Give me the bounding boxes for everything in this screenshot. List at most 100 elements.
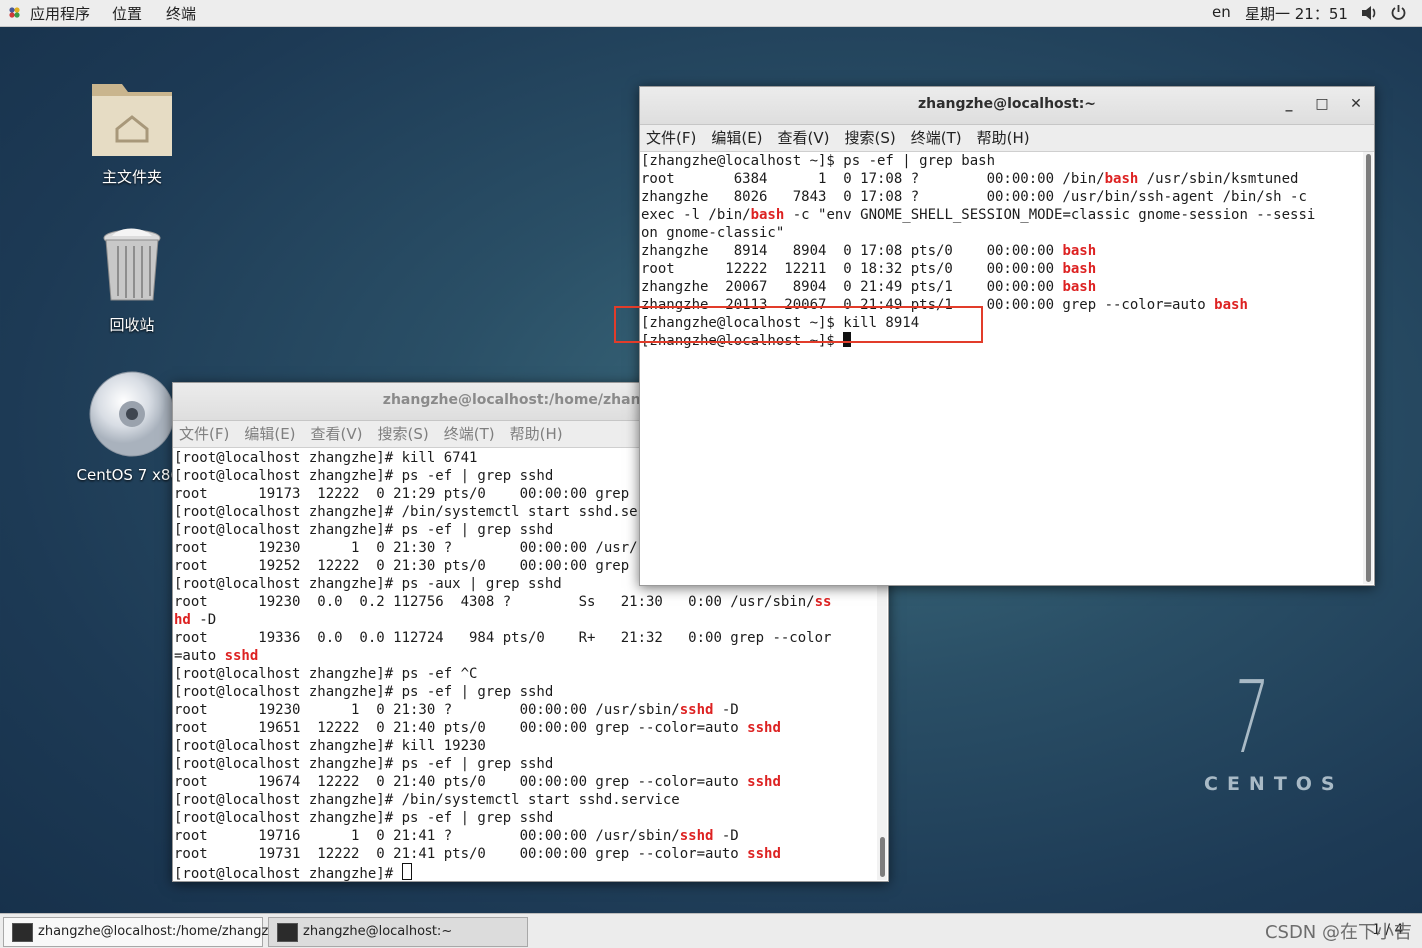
terminal-text: zhangzhe 8026 7843 0 17:08 ? 00:00:00 /u… (641, 189, 1307, 205)
trash-icon (103, 228, 161, 301)
menu-file[interactable]: 文件(F) (179, 425, 229, 443)
terminal-line: [root@localhost zhangzhe]# ps -ef | grep… (174, 755, 876, 773)
places-menu[interactable]: 位置 (112, 3, 142, 24)
terminal-text: [root@localhost zhangzhe]# ps -ef | grep… (174, 522, 554, 538)
window-titlebar[interactable]: zhangzhe@localhost:~ _ □ ✕ (640, 87, 1374, 125)
terminal-text: [root@localhost zhangzhe]# ps -ef ^C (174, 666, 478, 682)
terminal-text: root 19716 1 0 21:41 ? 00:00:00 /usr/sbi… (174, 828, 680, 844)
menu-terminal[interactable]: 终端(T) (444, 425, 495, 443)
scrollbar-thumb[interactable] (880, 837, 885, 877)
menu-search[interactable]: 搜索(S) (378, 425, 429, 443)
terminal-output[interactable]: [zhangzhe@localhost ~]$ ps -ef | grep ba… (641, 152, 1362, 584)
taskbar-item-user-terminal[interactable]: zhangzhe@localhost:~ (268, 917, 528, 947)
terminal-text: =auto (174, 648, 225, 664)
window-title: zhangzhe@localhost:~ (917, 96, 1097, 112)
terminal-text: root 19230 0.0 0.2 112756 4308 ? Ss 21:3… (174, 594, 815, 610)
highlighted-match: bash (1104, 171, 1139, 187)
volume-icon[interactable] (1360, 5, 1378, 21)
terminal-line: hd -D (174, 611, 876, 629)
terminal-line: root 12222 12211 0 18:32 pts/0 00:00:00 … (641, 260, 1362, 278)
terminal-line: [root@localhost zhangzhe]# ps -ef ^C (174, 665, 876, 683)
terminal-menu[interactable]: 终端 (166, 3, 196, 24)
terminal-icon (12, 923, 33, 942)
highlighted-match: bash (1062, 279, 1097, 295)
terminal-line: [root@localhost zhangzhe]# ps -ef | grep… (174, 683, 876, 701)
terminal-text: [root@localhost zhangzhe]# kill 19230 (174, 738, 486, 754)
terminal-text: [root@localhost zhangzhe]# ps -ef | grep… (174, 810, 554, 826)
terminal-line: root 19230 0.0 0.2 112756 4308 ? Ss 21:3… (174, 593, 876, 611)
trash-shortcut[interactable]: 回收站 (82, 226, 182, 335)
highlighted-match: bash (750, 207, 785, 223)
watermark: CSDN @在下小吉 (1264, 922, 1412, 943)
close-button[interactable]: ✕ (1345, 87, 1367, 121)
maximize-button[interactable]: □ (1311, 87, 1333, 121)
highlighted-match: sshd (224, 648, 259, 664)
highlighted-match: ss (814, 594, 832, 610)
home-folder-label: 主文件夹 (101, 168, 162, 186)
terminal-line: [root@localhost zhangzhe]# kill 19230 (174, 737, 876, 755)
gnome-foot-icon (9, 7, 20, 18)
terminal-text: root 19731 12222 0 21:41 pts/0 00:00:00 … (174, 846, 748, 862)
terminal-text: [zhangzhe@localhost ~]$ ps -ef | grep ba… (641, 153, 996, 169)
text-cursor (401, 863, 412, 880)
highlighted-match: bash (1062, 261, 1097, 277)
menu-search[interactable]: 搜索(S) (845, 129, 896, 147)
taskbar-item-label: zhangzhe@localhost:/home/zhangzhe (38, 924, 285, 939)
menu-edit[interactable]: 编辑(E) (711, 129, 762, 147)
terminal-text: [root@localhost zhangzhe]# ps -ef | grep… (174, 684, 554, 700)
terminal-line: exec -l /bin/bash -c "env GNOME_SHELL_SE… (641, 206, 1362, 224)
applications-menu[interactable]: 应用程序 (30, 3, 90, 24)
terminal-text: [root@localhost zhangzhe]# ps -aux | gre… (174, 576, 562, 592)
terminal-text: [root@localhost zhangzhe]# ps -ef | grep… (174, 756, 554, 772)
terminal-text: root 19674 12222 0 21:40 pts/0 00:00:00 … (174, 774, 748, 790)
terminal-line: zhangzhe 20067 8904 0 21:49 pts/1 00:00:… (641, 278, 1362, 296)
terminal-line: [root@localhost zhangzhe]# /bin/systemct… (174, 791, 876, 809)
terminal-line: root 19674 12222 0 21:40 pts/0 00:00:00 … (174, 773, 876, 791)
menu-help[interactable]: 帮助(H) (977, 129, 1030, 147)
scrollbar-thumb[interactable] (1366, 154, 1371, 582)
scrollbar[interactable] (1363, 152, 1373, 584)
terminal-line: root 6384 1 0 17:08 ? 00:00:00 /bin/bash… (641, 170, 1362, 188)
terminal-line: [root@localhost zhangzhe]# ps -ef | grep… (174, 809, 876, 827)
menu-view[interactable]: 查看(V) (311, 425, 363, 443)
minimize-button[interactable]: _ (1278, 87, 1300, 121)
language-indicator[interactable]: en (1212, 3, 1231, 21)
menu-help[interactable]: 帮助(H) (510, 425, 563, 443)
terminal-text: zhangzhe 8914 8904 0 17:08 pts/0 00:00:0… (641, 243, 1063, 259)
window-title: zhangzhe@localhost:/home/zhangzhe (382, 392, 679, 408)
terminal-line: root 19230 1 0 21:30 ? 00:00:00 /usr/sbi… (174, 701, 876, 719)
terminal-text: on gnome-classic" (641, 225, 785, 241)
highlighted-match: sshd (747, 720, 781, 736)
clock[interactable]: 星期一 21：51 (1245, 3, 1348, 24)
terminal-icon (277, 923, 298, 942)
terminal-text: [root@localhost zhangzhe]# /bin/systemct… (174, 504, 680, 520)
home-folder-shortcut[interactable]: 主文件夹 (82, 74, 182, 187)
terminal-text: -D (713, 702, 739, 718)
terminal-text: -c "env GNOME_SHELL_SESSION_MODE=classic… (784, 207, 1316, 223)
terminal-text: -D (713, 828, 739, 844)
terminal-line: =auto sshd (174, 647, 876, 665)
terminal-line: root 19651 12222 0 21:40 pts/0 00:00:00 … (174, 719, 876, 737)
power-icon[interactable] (1390, 4, 1407, 21)
highlighted-match: sshd (679, 828, 714, 844)
menu-file[interactable]: 文件(F) (646, 129, 696, 147)
terminal-line: on gnome-classic" (641, 224, 1362, 242)
terminal-text: root 19230 1 0 21:30 ? 00:00:00 /usr/sbi… (174, 702, 680, 718)
highlighted-match: bash (1062, 243, 1097, 259)
taskbar-item-root-terminal[interactable]: zhangzhe@localhost:/home/zhangzhe (3, 917, 285, 947)
terminal-text: root 19230 1 0 21:30 ? 00:00:00 /usr/sbi… (174, 540, 680, 556)
terminal-text: [root@localhost zhangzhe]# ps -ef | grep… (174, 468, 554, 484)
menu-terminal[interactable]: 终端(T) (911, 129, 962, 147)
menu-bar: 文件(F) 编辑(E) 查看(V) 搜索(S) 终端(T) 帮助(H) (640, 125, 1374, 152)
taskbar-item-label: zhangzhe@localhost:~ (303, 924, 453, 939)
taskbar: zhangzhe@localhost:/home/zhangzhe zhangz… (0, 913, 1422, 948)
menu-view[interactable]: 查看(V) (778, 129, 830, 147)
annotation-highlight-box (614, 306, 983, 343)
centos-logo-number: 7 (1227, 659, 1272, 776)
top-panel: 应用程序 位置 终端 en 星期一 21：51 (0, 0, 1422, 27)
terminal-text: /usr/sbin/ksmtuned (1138, 171, 1299, 187)
terminal-text: root 12222 12211 0 18:32 pts/0 00:00:00 (641, 261, 1063, 277)
menu-edit[interactable]: 编辑(E) (244, 425, 295, 443)
terminal-text: [root@localhost zhangzhe]# /bin/systemct… (174, 792, 680, 808)
terminal-text: root 19336 0.0 0.0 112724 984 pts/0 R+ 2… (174, 630, 832, 646)
